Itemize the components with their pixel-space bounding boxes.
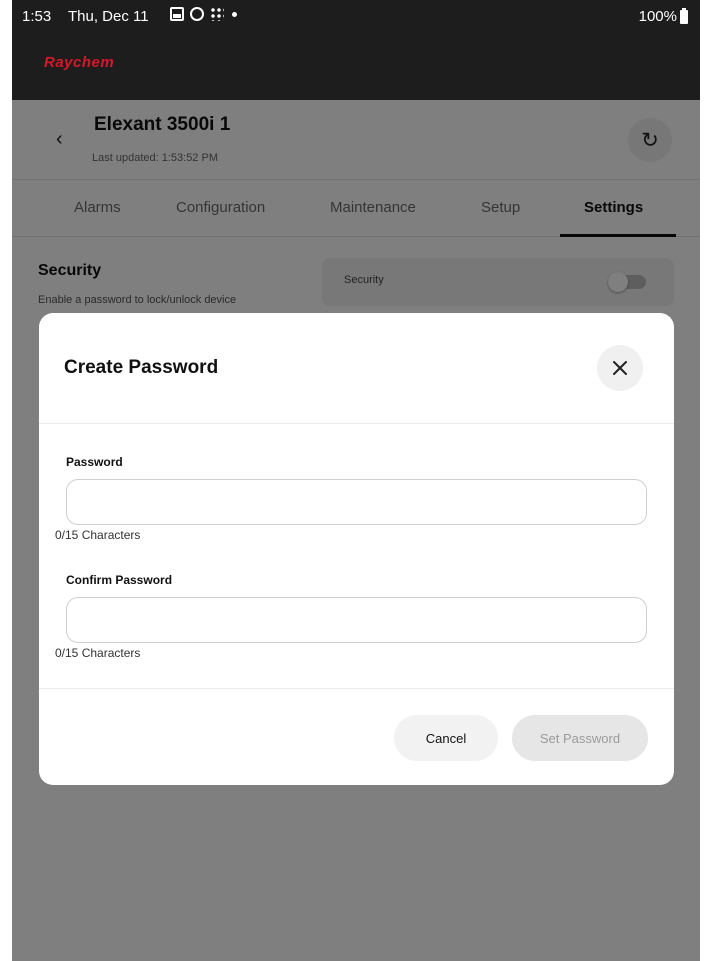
sync-icon <box>190 7 204 21</box>
status-date: Thu, Dec 11 <box>68 8 149 25</box>
close-button[interactable] <box>597 345 643 391</box>
status-bar: 1:53 Thu, Dec 11 100% <box>12 0 700 36</box>
app-screen: 1:53 Thu, Dec 11 100% Raychem ‹ Elexant … <box>12 0 700 961</box>
apps-grid-icon <box>210 7 224 21</box>
close-icon <box>613 361 627 375</box>
password-char-counter: 0/15 Characters <box>55 528 141 542</box>
battery-level: 100% <box>638 8 677 25</box>
password-label: Password <box>66 455 123 469</box>
top-bar: 1:53 Thu, Dec 11 100% Raychem <box>12 0 700 100</box>
confirm-password-label: Confirm Password <box>66 573 173 587</box>
status-icons <box>170 7 237 21</box>
battery-indicator: 100% <box>638 7 688 25</box>
status-time: 1:53 <box>22 8 52 25</box>
set-password-button[interactable]: Set Password <box>512 715 648 761</box>
confirm-password-input[interactable] <box>66 597 647 643</box>
dialog-footer-divider <box>39 688 674 689</box>
dialog-header-divider <box>39 423 674 424</box>
confirm-password-char-counter: 0/15 Characters <box>55 646 141 660</box>
photo-icon <box>170 7 184 21</box>
cancel-button[interactable]: Cancel <box>394 715 498 761</box>
notification-dot-icon <box>232 11 237 17</box>
dialog-title: Create Password <box>64 357 219 378</box>
battery-icon <box>680 7 688 24</box>
brand-logo: Raychem <box>44 54 115 71</box>
password-input[interactable] <box>66 479 647 525</box>
create-password-dialog: Create Password Password 0/15 Characters… <box>39 313 674 785</box>
